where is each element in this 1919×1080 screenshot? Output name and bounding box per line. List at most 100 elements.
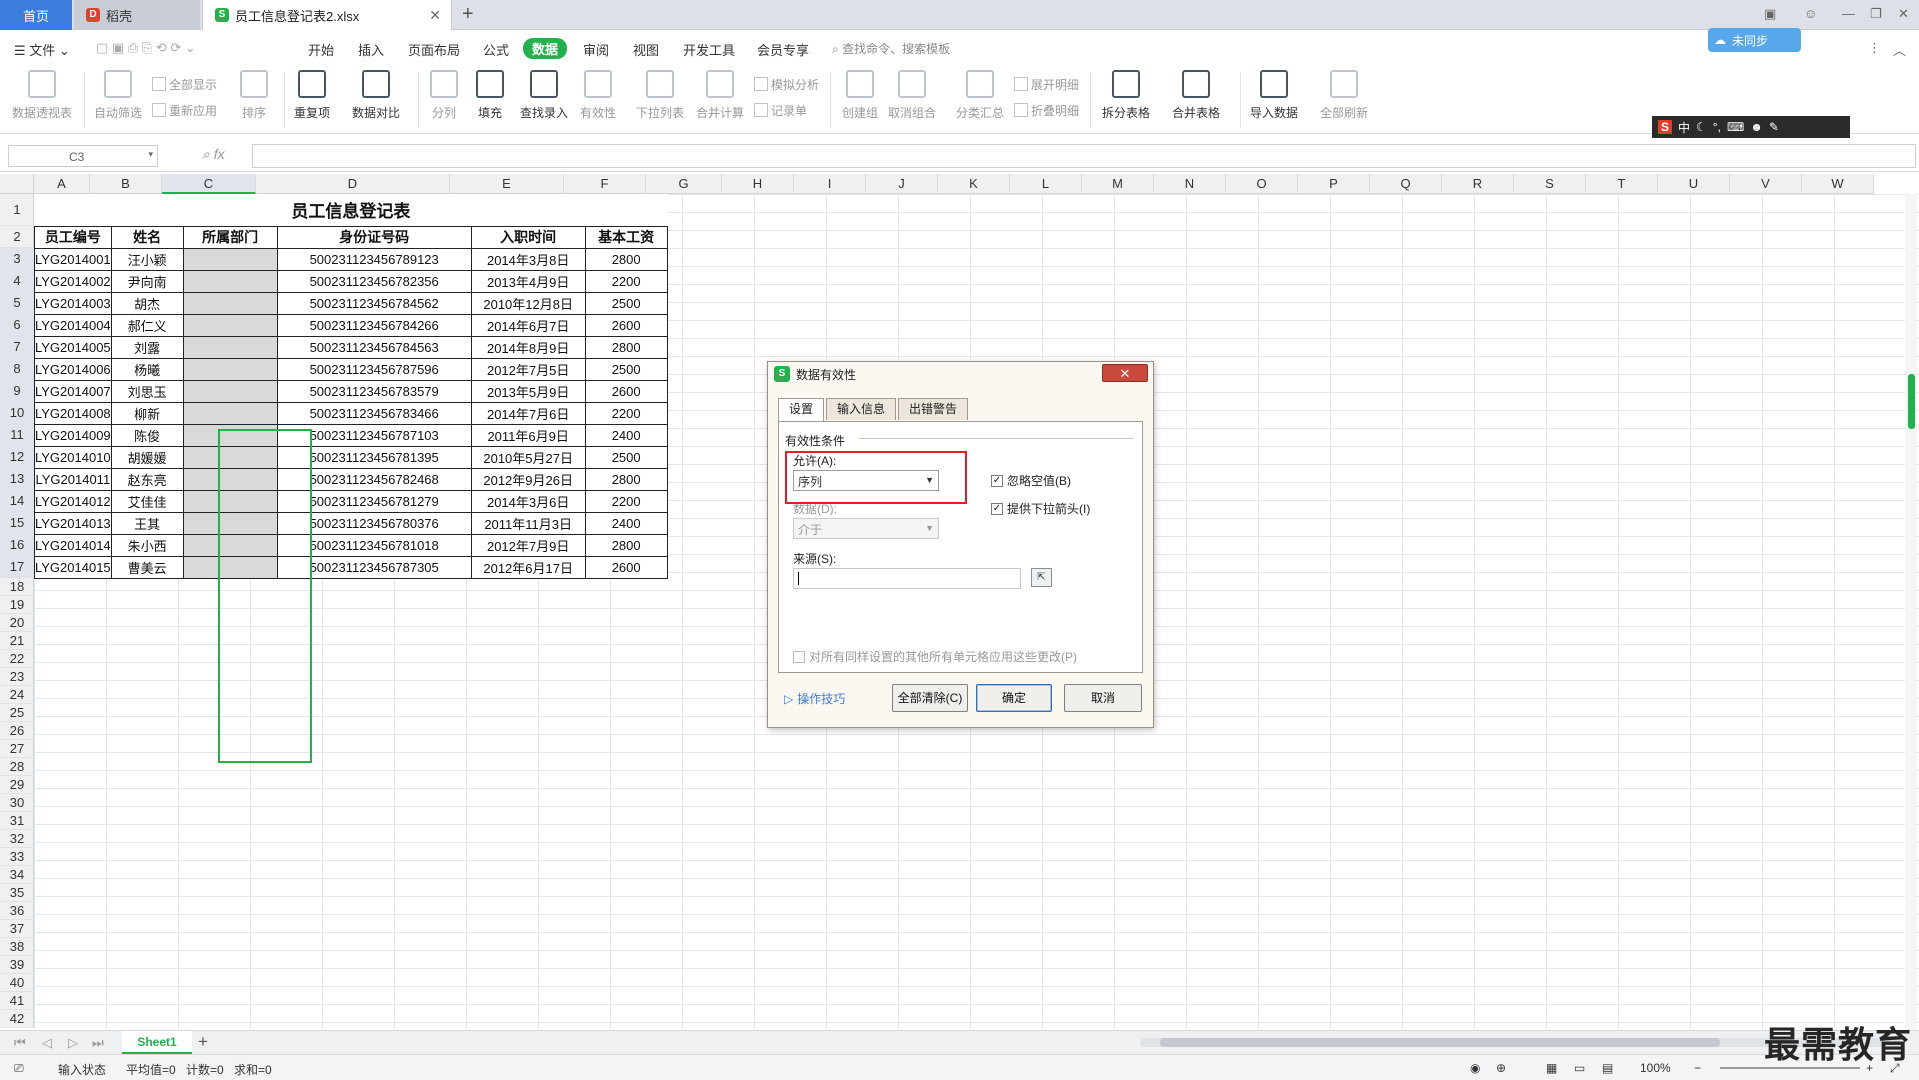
clear-all-button[interactable]: 全部清除(C) — [892, 684, 968, 712]
allow-select[interactable]: 序列 ▼ — [793, 470, 939, 491]
text-to-columns-button[interactable]: 分列 — [430, 70, 458, 121]
table-cell[interactable]: 尹向南 — [110, 269, 184, 293]
ime-keyboard-icon[interactable]: ⌨ — [1727, 120, 1744, 134]
row-header[interactable]: 37 — [0, 920, 34, 938]
row-header[interactable]: 18 — [0, 578, 34, 596]
row-header[interactable]: 14 — [0, 490, 34, 512]
close-window-icon[interactable]: ✕ — [1898, 6, 1909, 22]
table-cell[interactable]: LYG2014001 — [34, 247, 112, 271]
column-header[interactable]: A — [34, 174, 90, 194]
tab-home[interactable]: 首页 — [0, 0, 72, 30]
table-cell[interactable]: 朱小西 — [110, 533, 184, 557]
row-header[interactable]: 23 — [0, 668, 34, 686]
table-cell[interactable]: 赵东亮 — [110, 467, 184, 491]
table-cell[interactable]: 2400 — [584, 511, 668, 535]
department-cell[interactable] — [182, 423, 278, 447]
name-box-dropdown-icon[interactable]: ▾ — [148, 149, 153, 160]
row-header[interactable]: 26 — [0, 722, 34, 740]
table-cell[interactable]: 2200 — [584, 489, 668, 513]
menu-insert[interactable]: 插入 — [358, 40, 384, 59]
table-cell[interactable]: 2013年4月9日 — [470, 269, 586, 293]
column-header[interactable]: T — [1586, 174, 1658, 194]
row-header[interactable]: 3 — [0, 248, 34, 270]
add-sheet-icon[interactable]: + — [198, 1032, 208, 1052]
consolidate-button[interactable]: 合并计算 — [696, 70, 744, 121]
table-cell[interactable]: 2014年8月9日 — [470, 335, 586, 359]
table-cell[interactable]: LYG2014005 — [34, 335, 112, 359]
table-cell[interactable]: 2014年3月6日 — [470, 489, 586, 513]
more-options-icon[interactable]: ⋮ — [1868, 40, 1881, 56]
column-header[interactable]: B — [90, 174, 162, 194]
table-cell[interactable]: 胡杰 — [110, 291, 184, 315]
ime-status-icon[interactable]: ⊕ — [1496, 1061, 1506, 1075]
table-cell[interactable]: 2010年12月8日 — [470, 291, 586, 315]
column-header[interactable]: C — [162, 174, 256, 194]
table-cell[interactable]: 500231123456782468 — [276, 467, 472, 491]
hide-detail-button[interactable]: 折叠明细 — [1014, 102, 1079, 119]
auto-filter-button[interactable]: 自动筛选 — [94, 70, 142, 121]
fx-icon[interactable]: fx — [214, 146, 225, 162]
table-cell[interactable]: 2600 — [584, 379, 668, 403]
department-cell[interactable] — [182, 357, 278, 381]
minimize-icon[interactable]: — — [1842, 6, 1855, 21]
ime-user-icon[interactable]: ☻ — [1750, 120, 1763, 134]
department-cell[interactable] — [182, 335, 278, 359]
row-header[interactable]: 20 — [0, 614, 34, 632]
table-cell[interactable]: LYG2014011 — [34, 467, 112, 491]
table-cell[interactable]: 陈俊 — [110, 423, 184, 447]
column-header[interactable]: V — [1730, 174, 1802, 194]
column-header[interactable]: S — [1514, 174, 1586, 194]
row-header[interactable]: 24 — [0, 686, 34, 704]
restore-icon[interactable]: ❐ — [1870, 6, 1882, 22]
last-sheet-icon[interactable]: ⏭ — [92, 1035, 104, 1051]
table-cell[interactable]: 2012年6月17日 — [470, 555, 586, 579]
table-cell[interactable]: LYG2014010 — [34, 445, 112, 469]
menu-review[interactable]: 审阅 — [583, 40, 609, 59]
department-cell[interactable] — [182, 291, 278, 315]
department-cell[interactable] — [182, 533, 278, 557]
table-cell[interactable]: 2200 — [584, 269, 668, 293]
dropdown-list-button[interactable]: 下拉列表 — [636, 70, 684, 121]
table-cell[interactable]: 2600 — [584, 313, 668, 337]
range-picker-icon[interactable]: ⇱ — [1031, 568, 1052, 587]
source-input[interactable] — [793, 568, 1021, 589]
ime-mode[interactable]: 中 — [1678, 119, 1690, 136]
row-header[interactable]: 12 — [0, 446, 34, 468]
column-header[interactable]: E — [450, 174, 564, 194]
table-cell[interactable]: 500231123456781395 — [276, 445, 472, 469]
column-header[interactable]: D — [256, 174, 450, 194]
table-cell[interactable]: 2012年9月26日 — [470, 467, 586, 491]
table-cell[interactable]: LYG2014003 — [34, 291, 112, 315]
ungroup-button[interactable]: 取消组合 — [888, 70, 936, 121]
show-detail-button[interactable]: 展开明细 — [1014, 76, 1079, 93]
column-header[interactable]: N — [1154, 174, 1226, 194]
subtotal-button[interactable]: 分类汇总 — [956, 70, 1004, 121]
vertical-scroll-thumb[interactable] — [1908, 374, 1915, 429]
split-table-button[interactable]: 拆分表格 — [1102, 70, 1150, 121]
import-data-button[interactable]: 导入数据 — [1250, 70, 1298, 121]
zoom-level[interactable]: 100% — [1640, 1061, 1671, 1075]
row-header[interactable]: 42 — [0, 1010, 34, 1028]
row-header[interactable]: 4 — [0, 270, 34, 292]
row-header[interactable]: 22 — [0, 650, 34, 668]
row-header[interactable]: 10 — [0, 402, 34, 424]
tab-error-alert[interactable]: 出错警告 — [898, 398, 969, 420]
department-cell[interactable] — [182, 313, 278, 337]
window-layout-icon[interactable]: ▣ — [1764, 6, 1776, 22]
validation-button[interactable]: 有效性 — [580, 70, 616, 121]
table-cell[interactable]: 500231123456783466 — [276, 401, 472, 425]
column-header[interactable]: Q — [1370, 174, 1442, 194]
command-search[interactable]: ⌕ 查找命令、搜索模板 — [832, 40, 950, 57]
tips-link[interactable]: ▷ 操作技巧 — [784, 690, 845, 707]
table-cell[interactable]: 2011年6月9日 — [470, 423, 586, 447]
row-header[interactable]: 36 — [0, 902, 34, 920]
macro-icon[interactable]: ⎚ — [14, 1061, 24, 1076]
horizontal-scroll-thumb[interactable] — [1160, 1038, 1720, 1047]
column-header[interactable]: P — [1298, 174, 1370, 194]
formula-input[interactable] — [252, 144, 1916, 168]
row-header[interactable]: 15 — [0, 512, 34, 534]
menu-developer[interactable]: 开发工具 — [683, 40, 735, 59]
table-cell[interactable]: LYG2014004 — [34, 313, 112, 337]
table-cell[interactable]: 柳新 — [110, 401, 184, 425]
refresh-all-button[interactable]: 全部刷新 — [1320, 70, 1368, 121]
